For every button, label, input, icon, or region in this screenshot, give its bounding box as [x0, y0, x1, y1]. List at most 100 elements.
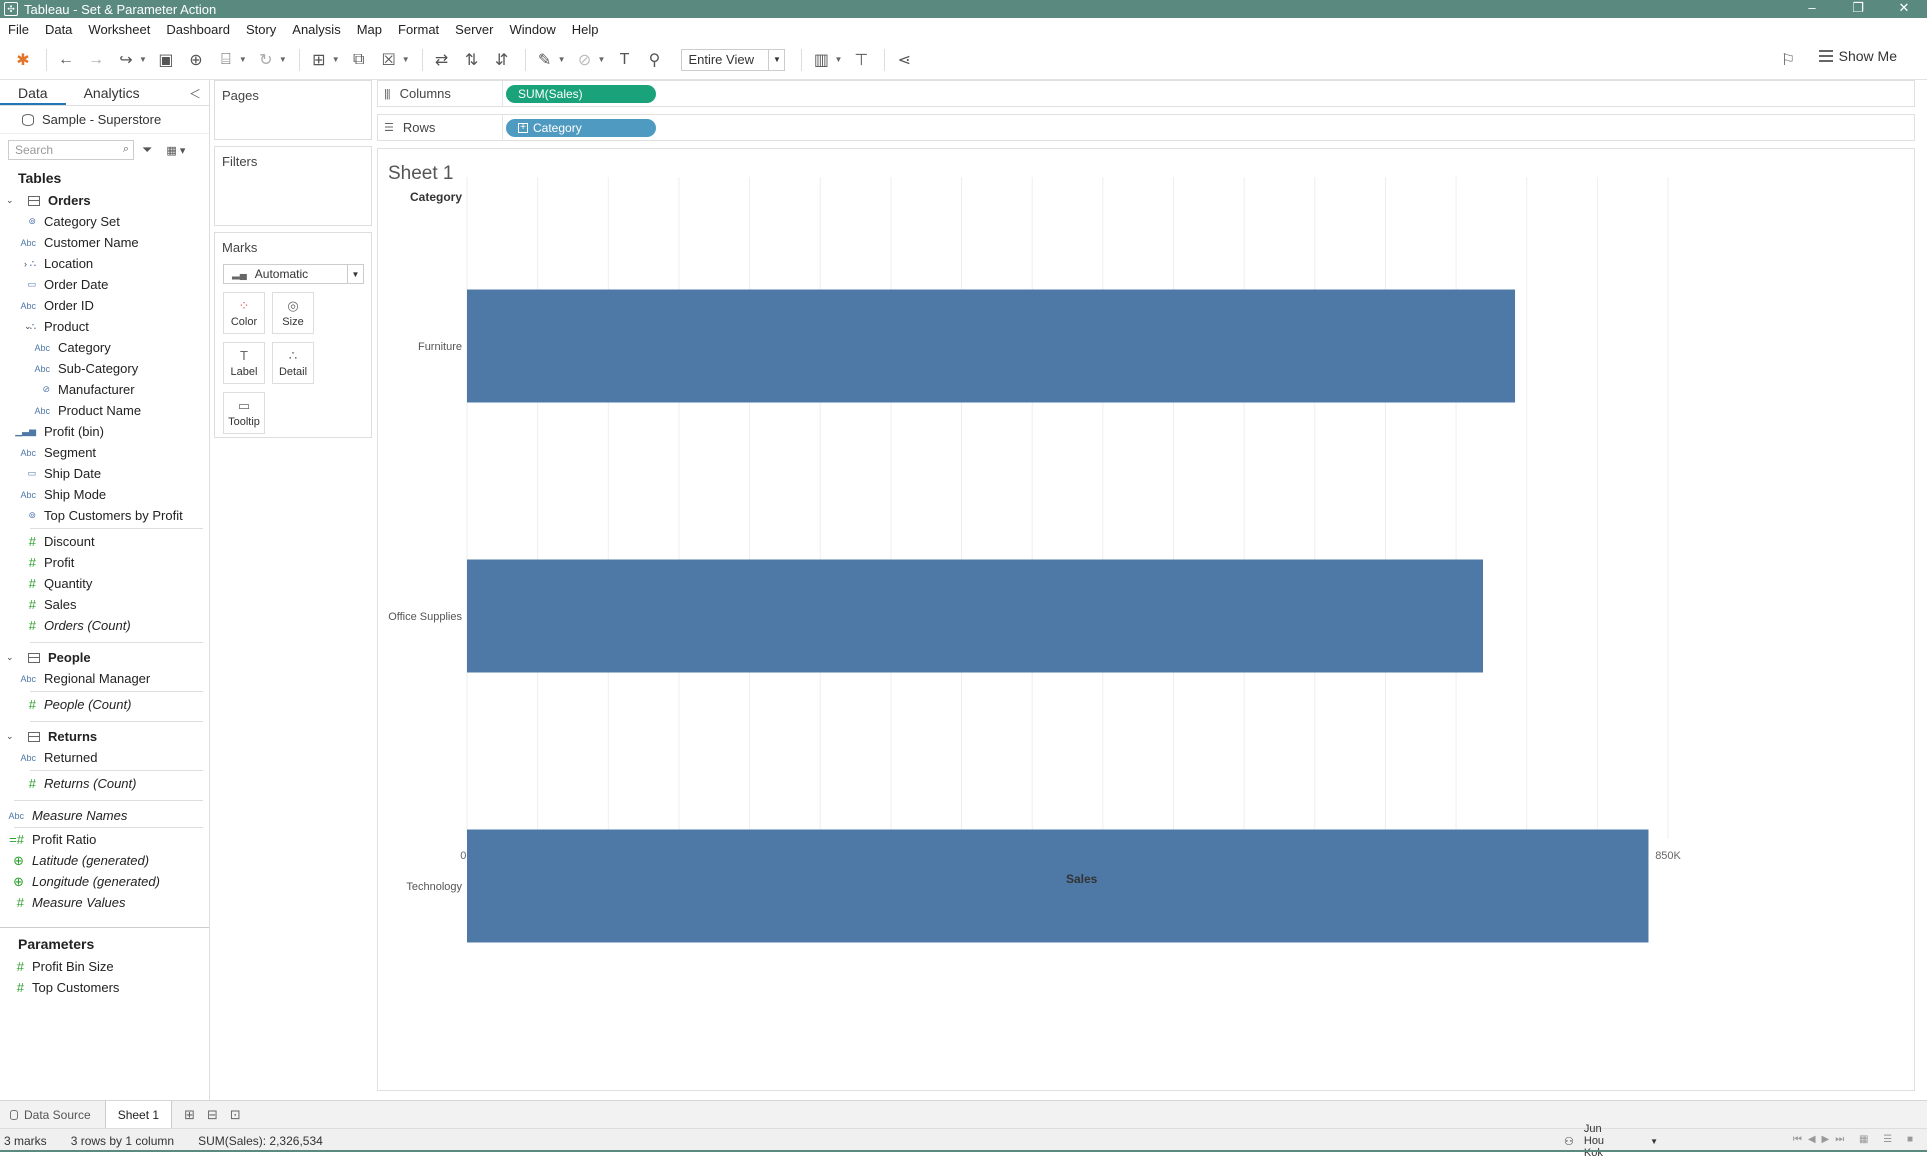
new-dashboard-icon[interactable]: ⊟ — [207, 1107, 218, 1123]
field-item[interactable]: ▭ Ship Date — [0, 463, 209, 484]
caret-down-icon[interactable]: ▼ — [279, 55, 287, 64]
menu-analysis[interactable]: Analysis — [284, 22, 348, 37]
menu-window[interactable]: Window — [501, 22, 563, 37]
field-item[interactable]: ⊘ Manufacturer — [0, 379, 209, 400]
caret-down-icon[interactable]: ▼ — [834, 55, 842, 64]
field-item[interactable]: › ⛬ Location — [0, 253, 209, 274]
field-item[interactable]: # Profit — [0, 552, 209, 573]
new-story-icon[interactable]: ⊡ — [230, 1107, 241, 1123]
tooltip-icon[interactable]: ⚐ — [1775, 47, 1801, 73]
field-item[interactable]: ⌄ ⛬ Product — [0, 316, 209, 337]
mark-type-dropdown[interactable]: ▂▄ Automatic ▼ — [223, 264, 364, 284]
menu-help[interactable]: Help — [564, 22, 607, 37]
field-item[interactable]: Abc Returned — [0, 747, 209, 768]
caret-down-icon[interactable]: ▼ — [402, 55, 410, 64]
new-worksheet-icon[interactable]: ⊞ — [184, 1107, 195, 1123]
menu-file[interactable]: File — [0, 22, 37, 37]
view-options-icon[interactable]: ▦ ▾ — [166, 144, 185, 157]
group-members-icon[interactable]: ⊘ — [572, 47, 598, 73]
menu-worksheet[interactable]: Worksheet — [80, 22, 158, 37]
field-item[interactable]: ▁▃▅ Profit (bin) — [0, 421, 209, 442]
sheet-navigation[interactable]: ⏮◀▶⏭ ▦ ☰ ■ — [1793, 1134, 1919, 1145]
filters-card[interactable]: Filters — [214, 146, 372, 226]
sort-ascending-icon[interactable]: ⇅ — [459, 47, 485, 73]
field-item[interactable]: # Orders (Count) — [0, 615, 209, 636]
caret-down-icon[interactable]: ▼ — [239, 55, 247, 64]
restore-button[interactable]: ❐ — [1835, 0, 1881, 18]
menu-server[interactable]: Server — [447, 22, 501, 37]
filter-icon[interactable]: ⏷ — [142, 142, 152, 158]
minimize-button[interactable]: – — [1789, 0, 1835, 18]
chevron-down-icon[interactable]: ⌄ — [6, 195, 18, 206]
menu-dashboard[interactable]: Dashboard — [158, 22, 238, 37]
caret-down-icon[interactable]: ▼ — [598, 55, 606, 64]
table-orders[interactable]: ⌄ Orders — [0, 190, 209, 211]
refresh-icon[interactable]: ↻ — [253, 47, 279, 73]
caret-down-icon[interactable]: ▼ — [558, 55, 566, 64]
field-item[interactable]: Abc Order ID — [0, 295, 209, 316]
clear-sheet-icon[interactable]: ☒ — [376, 47, 402, 73]
field-item[interactable]: Abc Product Name — [0, 400, 209, 421]
highlight-icon[interactable]: ✎ — [532, 47, 558, 73]
duplicate-sheet-icon[interactable]: ⧉ — [346, 47, 372, 73]
field-item[interactable]: Abc Measure Names — [0, 805, 209, 826]
parameter-item[interactable]: # Profit Bin Size — [0, 956, 209, 977]
field-item[interactable]: ⊕ Latitude (generated) — [0, 850, 209, 871]
detail-button[interactable]: ∴ Detail — [272, 342, 314, 384]
menu-story[interactable]: Story — [238, 22, 284, 37]
new-datasource-icon[interactable]: ⊕ — [183, 47, 209, 73]
caret-down-icon[interactable]: ▼ — [139, 55, 147, 64]
user-menu[interactable]: ⚇ Jun Hou Kok ▼ — [1560, 1123, 1678, 1159]
field-item[interactable]: # Returns (Count) — [0, 773, 209, 794]
replay-icon[interactable]: ↪ — [113, 47, 139, 73]
menu-data[interactable]: Data — [37, 22, 80, 37]
show-me-button[interactable]: Show Me — [1818, 48, 1897, 64]
pages-card[interactable]: Pages — [214, 80, 372, 140]
data-source-tab[interactable]: Data Source — [0, 1108, 105, 1122]
sort-descending-icon[interactable]: ⇵ — [489, 47, 515, 73]
field-item[interactable]: # Sales — [0, 594, 209, 615]
datasource-item[interactable]: Sample - Superstore — [0, 106, 209, 134]
size-button[interactable]: ◎ Size — [272, 292, 314, 334]
new-worksheet-icon[interactable]: ⊞ — [306, 47, 332, 73]
field-item[interactable]: Abc Segment — [0, 442, 209, 463]
search-input[interactable]: Search ⌕ — [8, 140, 134, 160]
field-item[interactable]: Abc Category — [0, 337, 209, 358]
menu-map[interactable]: Map — [349, 22, 390, 37]
show-mark-labels-icon[interactable]: T — [611, 47, 637, 73]
table-returns[interactable]: ⌄ Returns — [0, 726, 209, 747]
sum-sales-pill[interactable]: SUM(Sales) — [506, 84, 656, 103]
close-button[interactable]: ✕ — [1881, 0, 1927, 18]
field-item[interactable]: Abc Sub-Category — [0, 358, 209, 379]
field-item[interactable]: # Quantity — [0, 573, 209, 594]
table-people[interactable]: ⌄ People — [0, 647, 209, 668]
tableau-home-icon[interactable]: ✱ — [10, 47, 36, 73]
field-item[interactable]: Abc Ship Mode — [0, 484, 209, 505]
chevron-right-icon[interactable]: › — [24, 259, 27, 269]
label-button[interactable]: T Label — [223, 342, 265, 384]
show-cards-icon[interactable]: ▥ — [808, 47, 834, 73]
field-item[interactable]: ▭ Order Date — [0, 274, 209, 295]
menu-format[interactable]: Format — [390, 22, 447, 37]
caret-down-icon[interactable]: ▼ — [332, 55, 340, 64]
tooltip-button[interactable]: ▭ Tooltip — [223, 392, 265, 434]
field-item[interactable]: =# Profit Ratio — [0, 829, 209, 850]
parameter-item[interactable]: # Top Customers — [0, 977, 209, 998]
presentation-mode-icon[interactable]: ⊤ — [848, 47, 874, 73]
field-item[interactable]: # People (Count) — [0, 694, 209, 715]
plus-icon[interactable]: + — [518, 122, 528, 133]
fit-dropdown[interactable]: Entire View ▼ — [681, 48, 786, 71]
undo-icon[interactable]: ← — [53, 47, 79, 73]
tab-data[interactable]: Data — [0, 80, 66, 105]
field-item[interactable]: # Discount — [0, 531, 209, 552]
field-item[interactable]: ⊕ Longitude (generated) — [0, 871, 209, 892]
tab-sheet-1[interactable]: Sheet 1 — [104, 1100, 173, 1129]
chevron-down-icon[interactable]: ⌄ — [6, 652, 18, 663]
collapse-pane-icon[interactable]: ＜ — [181, 80, 209, 105]
field-item[interactable]: Abc Regional Manager — [0, 668, 209, 689]
chevron-down-icon[interactable]: ⌄ — [24, 321, 32, 332]
chevron-down-icon[interactable]: ⌄ — [6, 731, 18, 742]
tab-analytics[interactable]: Analytics — [66, 80, 158, 105]
field-item[interactable]: ⊚ Top Customers by Profit — [0, 505, 209, 526]
field-item[interactable]: # Measure Values — [0, 892, 209, 913]
